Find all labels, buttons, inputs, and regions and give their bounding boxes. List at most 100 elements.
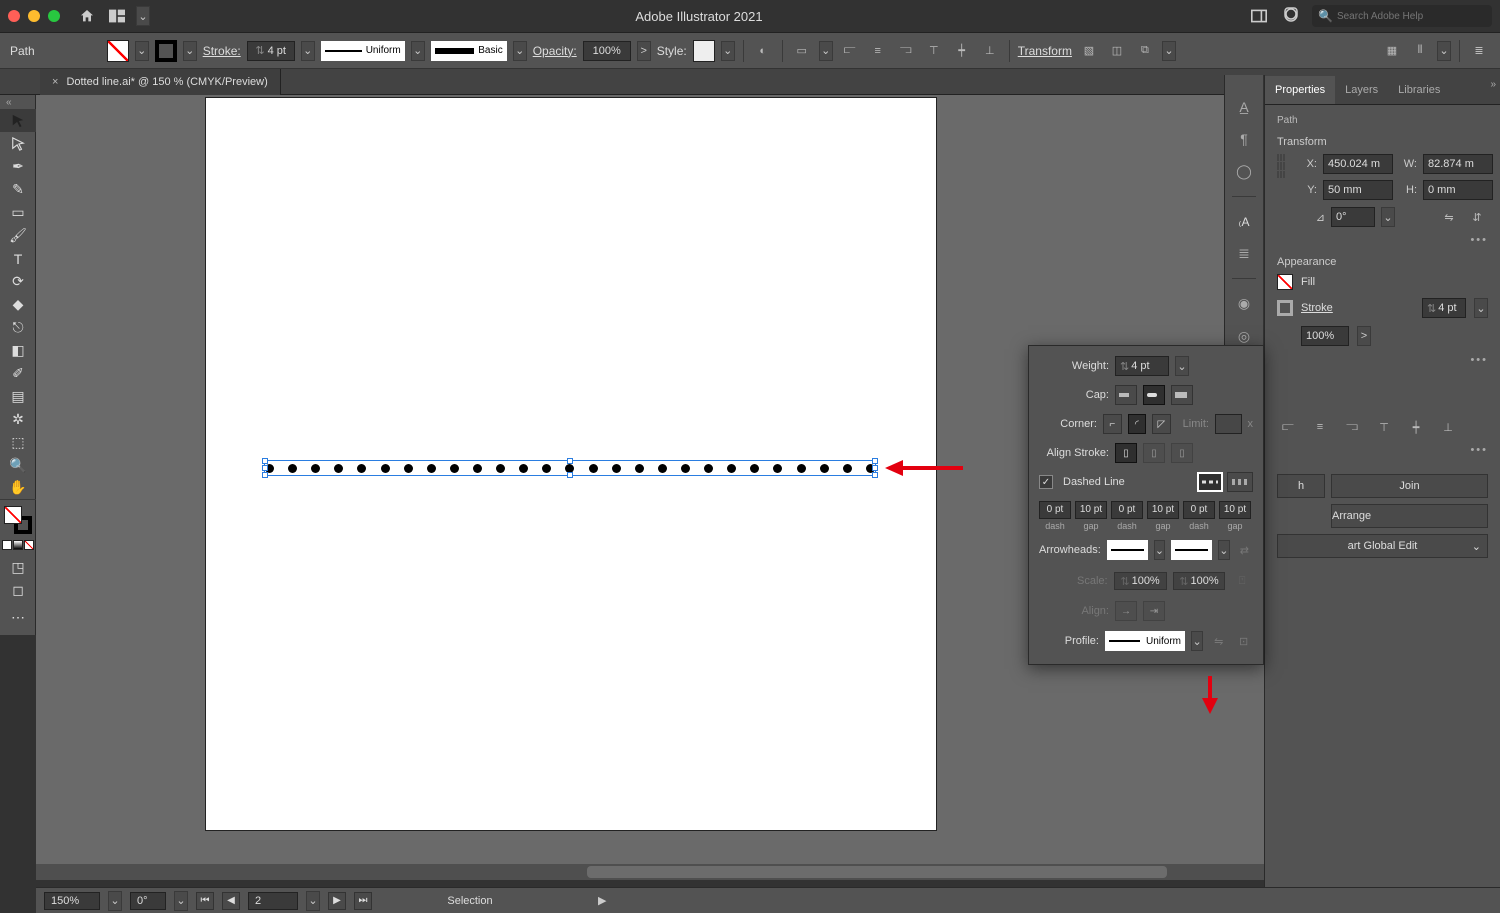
flip-horizontal-icon[interactable]: ⇋ (1438, 206, 1460, 228)
dash-align-preserve[interactable] (1197, 472, 1223, 492)
stroke-swatch[interactable] (155, 40, 177, 62)
snap-dropdown[interactable]: ⌄ (1437, 41, 1451, 61)
x-field[interactable]: 450.024 m (1323, 154, 1393, 174)
tab-properties[interactable]: Properties (1265, 76, 1335, 104)
tab-libraries[interactable]: Libraries (1388, 76, 1450, 104)
align-left-icon[interactable]: ⫍ (839, 40, 861, 62)
stroke-dropdown[interactable]: ⌄ (183, 41, 197, 61)
stroke-weight-panel-dropdown[interactable]: ⌄ (1474, 298, 1488, 318)
shape-builder-tool[interactable]: ◆ (0, 293, 36, 316)
h-field[interactable]: 0 mm (1423, 180, 1493, 200)
opacity-panel-dropdown[interactable]: > (1357, 326, 1371, 346)
y-field[interactable]: 50 mm (1323, 180, 1393, 200)
panel-collapse-chevron[interactable]: » (1490, 79, 1496, 90)
cap-butt[interactable] (1115, 385, 1137, 405)
align-right-btn[interactable]: ⫎ (1341, 416, 1363, 438)
corner-miter[interactable]: ⌐ (1103, 414, 1122, 434)
hand-tool[interactable]: ✋ (0, 477, 36, 500)
opacity-field[interactable]: 100% (583, 41, 631, 61)
variable-width-profile[interactable]: Uniform (321, 41, 405, 61)
arrowhead-end-dropdown[interactable]: ⌄ (1218, 540, 1229, 560)
global-edit-chevron[interactable]: ⌄ (1472, 540, 1481, 553)
char-styles-panel-icon[interactable]: ₍A (1239, 213, 1250, 229)
minimize-window-button[interactable] (28, 10, 40, 22)
zoom-dropdown[interactable]: ⌄ (108, 891, 122, 911)
dash-field-3[interactable]: 0 pt (1183, 501, 1215, 519)
align-stroke-center[interactable]: ▯ (1115, 443, 1137, 463)
dash-field-2[interactable]: 0 pt (1111, 501, 1143, 519)
width-tool[interactable]: ⎋ (0, 316, 36, 339)
swap-arrowheads-icon[interactable]: ⇄ (1236, 539, 1253, 561)
corner-bevel[interactable]: ◸ (1152, 414, 1171, 434)
weight-dropdown[interactable]: ⌄ (1175, 356, 1189, 376)
align-bottom-icon[interactable]: ⊥ (979, 40, 1001, 62)
fill-dropdown[interactable]: ⌄ (135, 41, 149, 61)
help-tips-icon[interactable] (1280, 5, 1302, 27)
align-more-options[interactable]: ••• (1277, 444, 1488, 456)
brush-dropdown[interactable]: ⌄ (513, 41, 527, 61)
opacity-dropdown[interactable]: > (637, 41, 651, 61)
align-vcenter-btn[interactable]: ┿ (1405, 416, 1427, 438)
gap-field-1[interactable]: 10 pt (1075, 501, 1107, 519)
stroke-label[interactable]: Stroke (1301, 302, 1333, 314)
rotation-dropdown[interactable]: ⌄ (174, 891, 188, 911)
draw-mode-normal[interactable]: ◳ (0, 556, 36, 579)
curvature-tool[interactable]: ✎ (0, 178, 36, 201)
dash-field-1[interactable]: 0 pt (1039, 501, 1071, 519)
toolbox-chevron[interactable]: « (6, 97, 12, 108)
selected-object[interactable] (264, 460, 876, 476)
join-button[interactable]: Join (1331, 474, 1488, 498)
align-bottom-btn[interactable]: ⊥ (1437, 416, 1459, 438)
handle-mr[interactable] (872, 465, 878, 471)
unknown-action-button[interactable]: h (1277, 474, 1325, 498)
stroke-weight-field[interactable]: ⇅4 pt (247, 41, 295, 61)
opacity-link[interactable]: Opacity: (533, 44, 577, 58)
rotate-tool[interactable]: ⟳ (0, 270, 36, 293)
align-top-icon[interactable]: ⊤ (923, 40, 945, 62)
close-tab-icon[interactable]: × (52, 76, 58, 88)
arrowhead-start-dropdown[interactable]: ⌄ (1154, 540, 1165, 560)
align-to-dropdown[interactable]: ⌄ (819, 41, 833, 61)
panel-menu-icon[interactable]: ≣ (1468, 40, 1490, 62)
gap-field-3[interactable]: 10 pt (1219, 501, 1251, 519)
stroke-panel-link[interactable]: Stroke: (203, 44, 241, 58)
align-hcenter-icon[interactable]: ≡ (867, 40, 889, 62)
stroke-weight-field-panel[interactable]: ⇅4 pt (1422, 298, 1466, 318)
profile-dropdown[interactable]: ⌄ (411, 41, 425, 61)
none-fill-mode[interactable] (24, 540, 34, 550)
align-hcenter-btn[interactable]: ≡ (1309, 416, 1331, 438)
cap-projecting[interactable] (1171, 385, 1193, 405)
artboard-number-field[interactable]: 2 (248, 892, 298, 910)
handle-bm[interactable] (567, 472, 573, 478)
gradient-tool[interactable]: ▤ (0, 385, 36, 408)
character-panel-icon[interactable]: A̲ (1239, 99, 1248, 115)
handle-br[interactable] (872, 472, 878, 478)
rotation-field[interactable]: 0° (130, 892, 166, 910)
arrange-documents-dropdown[interactable]: ⌄ (136, 6, 150, 26)
style-dropdown[interactable]: ⌄ (721, 41, 735, 61)
appearance-panel-icon[interactable]: ◉ (1238, 295, 1250, 312)
edit-similar-icon[interactable]: ⧉ (1134, 40, 1156, 62)
home-icon[interactable] (76, 5, 98, 27)
direct-selection-tool[interactable] (0, 132, 36, 155)
transform-link[interactable]: Transform (1018, 44, 1072, 58)
align-right-icon[interactable]: ⫎ (895, 40, 917, 62)
align-to-selection-icon[interactable]: ▭ (791, 40, 813, 62)
dash-align-corners[interactable] (1227, 472, 1253, 492)
align-left-btn[interactable]: ⫍ (1277, 416, 1299, 438)
fill-color-swatch[interactable] (1277, 274, 1293, 290)
flip-vertical-icon[interactable]: ⇵ (1466, 206, 1488, 228)
document-tab[interactable]: × Dotted line.ai* @ 150 % (CMYK/Preview) (40, 69, 281, 95)
opacity-field-panel[interactable]: 100% (1301, 326, 1349, 346)
screen-mode[interactable]: ◻ (0, 579, 36, 602)
handle-bl[interactable] (262, 472, 268, 478)
paragraph-panel-icon[interactable]: ¶ (1240, 131, 1248, 147)
dashed-line-checkbox[interactable]: ✓ (1039, 475, 1053, 489)
handle-tm[interactable] (567, 458, 573, 464)
artboard-first[interactable]: ⏮ (196, 892, 214, 910)
status-play-icon[interactable]: ▶ (598, 894, 606, 907)
close-window-button[interactable] (8, 10, 20, 22)
appearance-more-options[interactable]: ••• (1277, 354, 1488, 366)
snap-options-icon[interactable]: ⦀ (1409, 40, 1431, 62)
angle-dropdown[interactable]: ⌄ (1381, 207, 1395, 227)
